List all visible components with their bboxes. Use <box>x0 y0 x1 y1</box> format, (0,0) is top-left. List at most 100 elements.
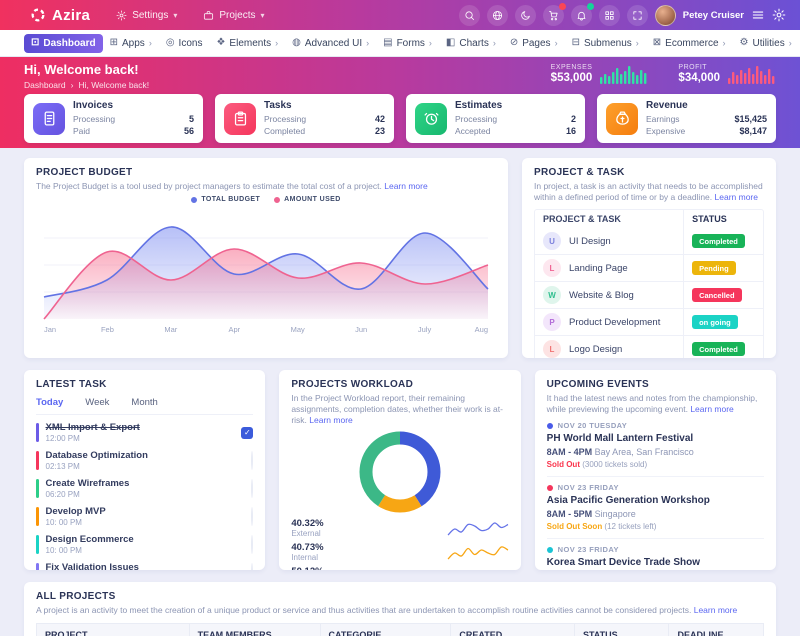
svg-text:Jun: Jun <box>355 325 367 334</box>
chart-legend: TOTAL BUDGET AMOUNT USED <box>36 196 496 203</box>
status-badge: on going <box>692 315 738 329</box>
menubar: ⊡ Dashboard ⊞ Apps › ◎ Icons ❖ Elements … <box>0 30 800 57</box>
project-task-row[interactable]: W Website & Blog Cancelled <box>535 281 763 308</box>
project-avatar: P <box>543 313 561 331</box>
fullscreen-icon-button[interactable] <box>627 5 648 26</box>
learn-more-link[interactable]: Learn more <box>694 605 737 615</box>
learn-more-link[interactable]: Learn more <box>690 404 733 414</box>
topbar-right: Petey Cruiser <box>459 5 786 26</box>
event-dot-icon <box>547 423 553 429</box>
moon-icon-button[interactable] <box>515 5 536 26</box>
task-checkbox[interactable] <box>251 535 253 554</box>
event-dot-icon <box>547 485 553 491</box>
cart-icon <box>548 10 559 21</box>
banner-stat-profit: PROFIT $34,000 <box>678 64 776 84</box>
task-item: Design Ecommerce 10: 00 PM <box>36 534 253 555</box>
stat-card-revenue[interactable]: Revenue Earnings$15,425Expensive$8,147 <box>597 94 776 143</box>
sparkline <box>447 567 509 570</box>
search-icon-button[interactable] <box>459 5 480 26</box>
pages-icon: ⊘ <box>510 38 518 48</box>
learn-more-link[interactable]: Learn more <box>715 192 758 202</box>
list-icon[interactable] <box>751 8 765 22</box>
menubar-item-apps[interactable]: ⊞ Apps › <box>103 34 159 53</box>
menubar-item-advanced-ui[interactable]: ◍ Advanced UI › <box>285 34 376 53</box>
forms-icon: ▤ <box>383 38 392 48</box>
tab-week[interactable]: Week <box>85 397 109 408</box>
globe-icon-button[interactable] <box>487 5 508 26</box>
notification-badge <box>559 3 566 10</box>
project-task-row[interactable]: U UI Design Completed <box>535 228 763 254</box>
card-title: PROJECT BUDGET <box>36 167 496 178</box>
banner-stats: EXPENSES $53,000 PROFIT $34,000 <box>551 64 776 84</box>
grid-icon-button[interactable] <box>599 5 620 26</box>
stat-card-invoices[interactable]: Invoices Processing5Paid56 <box>24 94 203 143</box>
stat-card-title: Tasks <box>264 100 385 111</box>
app-logo[interactable]: Azira <box>30 7 90 24</box>
event-item[interactable]: NOV 20 TUESDAY PH World Mall Lantern Fes… <box>547 415 764 477</box>
project-task-row[interactable]: L Landing Page Pending <box>535 254 763 281</box>
welcome-banner: Hi, Welcome back! Dashboard›Hi, Welcome … <box>0 57 800 148</box>
moneybag-icon <box>614 110 631 127</box>
breadcrumb-item[interactable]: Dashboard <box>24 80 66 90</box>
bell-icon <box>576 10 587 21</box>
table-column-header: STATUS <box>574 624 669 636</box>
fullscreen-icon <box>632 10 643 21</box>
menubar-item-forms[interactable]: ▤ Forms › <box>376 34 439 53</box>
legend-item[interactable]: AMOUNT USED <box>274 196 341 203</box>
tab-today[interactable]: Today <box>36 397 63 408</box>
event-item[interactable]: NOV 23 FRIDAY Asia Pacific Generation Wo… <box>547 477 764 539</box>
status-badge: Pending <box>692 261 736 275</box>
stat-card-tasks[interactable]: Tasks Processing42Completed23 <box>215 94 394 143</box>
topbar-icon-buttons <box>459 5 648 26</box>
settings-gear-icon[interactable] <box>772 8 786 22</box>
menubar-item-ecommerce[interactable]: ⊠ Ecommerce › <box>646 34 733 53</box>
logo-icon <box>30 7 46 23</box>
icons-icon: ◎ <box>166 38 175 48</box>
chevron-right-icon: › <box>636 38 639 48</box>
menubar-item-utilities[interactable]: ⚙ Utilities › <box>733 34 799 53</box>
menubar-item-dashboard[interactable]: ⊡ Dashboard <box>24 34 103 53</box>
chevron-right-icon: › <box>366 38 369 48</box>
task-checkbox[interactable] <box>251 451 253 470</box>
task-item: Create Wireframes 06:20 PM <box>36 478 253 499</box>
menubar-item-icons[interactable]: ◎ Icons <box>159 34 210 53</box>
topbar-menu-settings[interactable]: Settings ▾ <box>116 10 177 21</box>
task-checkbox-checked[interactable]: ✓ <box>241 427 253 439</box>
project-task-card: PROJECT & TASK In project, a task is an … <box>522 158 776 358</box>
tab-month[interactable]: Month <box>131 397 157 408</box>
user-avatar[interactable] <box>655 5 676 26</box>
column-header: STATUS <box>684 210 763 228</box>
dashboard-icon: ⊡ <box>31 38 39 48</box>
learn-more-link[interactable]: Learn more <box>309 415 352 425</box>
learn-more-link[interactable]: Learn more <box>384 181 427 191</box>
card-title: ALL PROJECTS <box>36 591 764 602</box>
menubar-item-submenus[interactable]: ⊟ Submenus › <box>565 34 646 53</box>
project-task-row[interactable]: P Product Development on going <box>535 308 763 335</box>
bell-icon-button[interactable] <box>571 5 592 26</box>
project-task-row[interactable]: L Logo Design Completed <box>535 335 763 358</box>
task-checkbox[interactable] <box>251 563 253 571</box>
svg-text:Jan: Jan <box>44 325 56 334</box>
table-column-header: PROJECT <box>37 624 190 636</box>
topbar-menu-projects[interactable]: Projects ▾ <box>203 10 264 21</box>
legend-item[interactable]: TOTAL BUDGET <box>191 196 260 203</box>
breadcrumb-separator: › <box>71 80 74 90</box>
breadcrumb-item[interactable]: Hi, Welcome back! <box>78 80 149 90</box>
cart-icon-button[interactable] <box>543 5 564 26</box>
event-item[interactable]: NOV 23 FRIDAY Korea Smart Device Trade S… <box>547 539 764 570</box>
events-list: NOV 20 TUESDAY PH World Mall Lantern Fes… <box>547 415 764 570</box>
task-checkbox[interactable] <box>251 507 253 526</box>
task-item: Develop MVP 10: 00 PM <box>36 506 253 527</box>
banner-stat-expenses: EXPENSES $53,000 <box>551 64 649 84</box>
menubar-item-charts[interactable]: ◧ Charts › <box>439 34 503 53</box>
menubar-item-pages[interactable]: ⊘ Pages › <box>503 34 565 53</box>
advanced-ui-icon: ◍ <box>292 38 301 48</box>
event-name: Asia Pacific Generation Workshop <box>547 495 764 506</box>
menubar-item-elements[interactable]: ❖ Elements › <box>209 34 285 53</box>
card-title: PROJECTS WORKLOAD <box>291 379 508 390</box>
caret-down-icon: ▾ <box>173 11 177 20</box>
stat-card-estimates[interactable]: Estimates Processing2Accepted16 <box>406 94 585 143</box>
chevron-right-icon: › <box>493 38 496 48</box>
task-checkbox[interactable] <box>251 479 253 498</box>
project-avatar: U <box>543 232 561 250</box>
